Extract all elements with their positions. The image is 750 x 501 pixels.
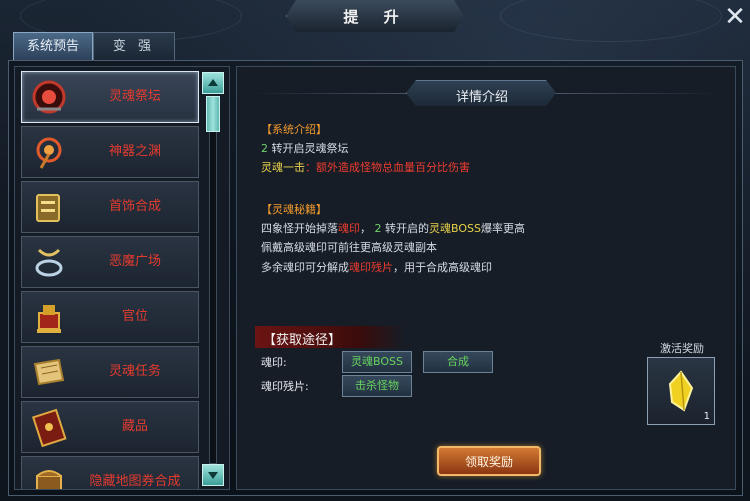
list-item-label: 灵魂任务 bbox=[108, 364, 161, 379]
acquire-heading: 【获取途径】 bbox=[263, 333, 342, 348]
list-item-label: 隐藏地图券合成 bbox=[89, 474, 181, 489]
skill-desc: ：额外造成怪物总血量百分比伤害 bbox=[305, 161, 470, 174]
reward-slot[interactable]: 1 bbox=[647, 357, 715, 425]
text: 转开启的 bbox=[381, 222, 429, 235]
triangle-up-icon bbox=[208, 79, 218, 86]
window-title-plate: 提 升 bbox=[286, 0, 464, 32]
book-icon bbox=[26, 405, 72, 449]
list-item-soul-altar[interactable]: 灵魂祭坛 bbox=[21, 71, 199, 123]
chest-icon bbox=[26, 460, 72, 489]
acquire-heading-banner: 【获取途径】 bbox=[255, 326, 405, 348]
feature-list: 灵魂祭坛 神器之渊 首饰合成 恶魔广场 官位 灵魂任务 藏品 隐藏地图券合成 bbox=[14, 66, 230, 490]
artifact-icon bbox=[26, 130, 72, 174]
secret-line-2: 佩戴高级魂印可前往更高级灵魂副本 bbox=[261, 241, 437, 254]
reward-label: 激活奖励 bbox=[660, 342, 704, 355]
list-scrollbar[interactable] bbox=[200, 72, 224, 486]
intro-heading: 【系统介绍】 bbox=[261, 123, 327, 136]
list-item-label: 藏品 bbox=[121, 419, 148, 434]
promotion-window: 提 升 ✕ 系统预告 变 强 灵魂祭坛 神器之渊 首饰合成 恶魔广场 官位 灵魂… bbox=[0, 0, 750, 501]
seal-icon bbox=[26, 295, 72, 339]
claim-reward-label: 领取奖励 bbox=[464, 455, 513, 469]
altar-icon bbox=[26, 75, 72, 119]
intro-text: 转开启灵魂祭坛 bbox=[268, 142, 349, 155]
window-title: 提 升 bbox=[343, 8, 409, 26]
list-item-label: 首饰合成 bbox=[108, 199, 161, 214]
source-row-label: 魂印: bbox=[261, 356, 287, 369]
list-item-soul-quest[interactable]: 灵魂任务 bbox=[21, 346, 199, 398]
list-item-hidden-map-ticket[interactable]: 隐藏地图券合成 bbox=[21, 456, 199, 489]
scroll-icon bbox=[26, 350, 72, 394]
text: ，用于合成高级魂印 bbox=[393, 261, 492, 274]
intro-number: 2 bbox=[261, 142, 268, 155]
list-item-demon-square[interactable]: 恶魔广场 bbox=[21, 236, 199, 288]
secret-heading: 【灵魂秘籍】 bbox=[261, 203, 327, 216]
text: 四象怪开始掉落 bbox=[261, 222, 338, 235]
source-button-soul-boss[interactable]: 灵魂BOSS bbox=[342, 351, 412, 373]
scroll-down-button[interactable] bbox=[202, 464, 224, 486]
scroll-thumb[interactable] bbox=[206, 96, 220, 132]
jewelry-icon bbox=[26, 185, 72, 229]
scroll-up-button[interactable] bbox=[202, 72, 224, 94]
triangle-down-icon bbox=[208, 472, 218, 479]
detail-header: 详情介绍 bbox=[455, 90, 508, 105]
secret-line-3: 多余魂印可分解成魂印残片，用于合成高级魂印 bbox=[261, 259, 492, 275]
list-item-artifact-abyss[interactable]: 神器之渊 bbox=[21, 126, 199, 178]
claim-reward-button[interactable]: 领取奖励 bbox=[437, 446, 541, 476]
ring-icon bbox=[26, 240, 72, 284]
detail-header-plate: 详情介绍 bbox=[406, 80, 556, 106]
list-item-label: 恶魔广场 bbox=[108, 254, 161, 269]
highlight-number: 2 bbox=[374, 222, 382, 235]
source-button-synthesis[interactable]: 合成 bbox=[423, 351, 493, 373]
list-item-label: 神器之渊 bbox=[108, 144, 161, 159]
list-item-collection[interactable]: 藏品 bbox=[21, 401, 199, 453]
highlight-text: 灵魂BOSS bbox=[429, 222, 481, 235]
close-icon[interactable]: ✕ bbox=[722, 4, 748, 30]
reward-count: 1 bbox=[703, 411, 710, 422]
highlight-text: 魂印残片 bbox=[349, 261, 393, 274]
text: ， bbox=[360, 222, 375, 235]
secret-line-1: 四象怪开始掉落魂印， 2 转开启的灵魂BOSS爆率更高 bbox=[261, 220, 525, 236]
list-item-official-rank[interactable]: 官位 bbox=[21, 291, 199, 343]
source-row-label: 魂印残片: bbox=[261, 380, 309, 393]
intro-line: 2 转开启灵魂祭坛 bbox=[261, 140, 349, 156]
scroll-track[interactable] bbox=[209, 96, 217, 464]
decor-swirl bbox=[500, 0, 722, 42]
tab-become-stronger[interactable]: 变 强 bbox=[93, 32, 175, 61]
list-item-label: 官位 bbox=[121, 309, 148, 324]
skill-name: 灵魂一击 bbox=[261, 161, 305, 174]
list-item-label: 灵魂祭坛 bbox=[108, 89, 161, 104]
tab-system-preview[interactable]: 系统预告 bbox=[13, 32, 93, 61]
skill-line: 灵魂一击：额外造成怪物总血量百分比伤害 bbox=[261, 159, 470, 175]
list-item-jewelry-craft[interactable]: 首饰合成 bbox=[21, 181, 199, 233]
text: 多余魂印可分解成 bbox=[261, 261, 349, 274]
highlight-text: 魂印 bbox=[338, 222, 360, 235]
source-button-kill-monster[interactable]: 击杀怪物 bbox=[342, 375, 412, 397]
text: 爆率更高 bbox=[480, 222, 525, 235]
